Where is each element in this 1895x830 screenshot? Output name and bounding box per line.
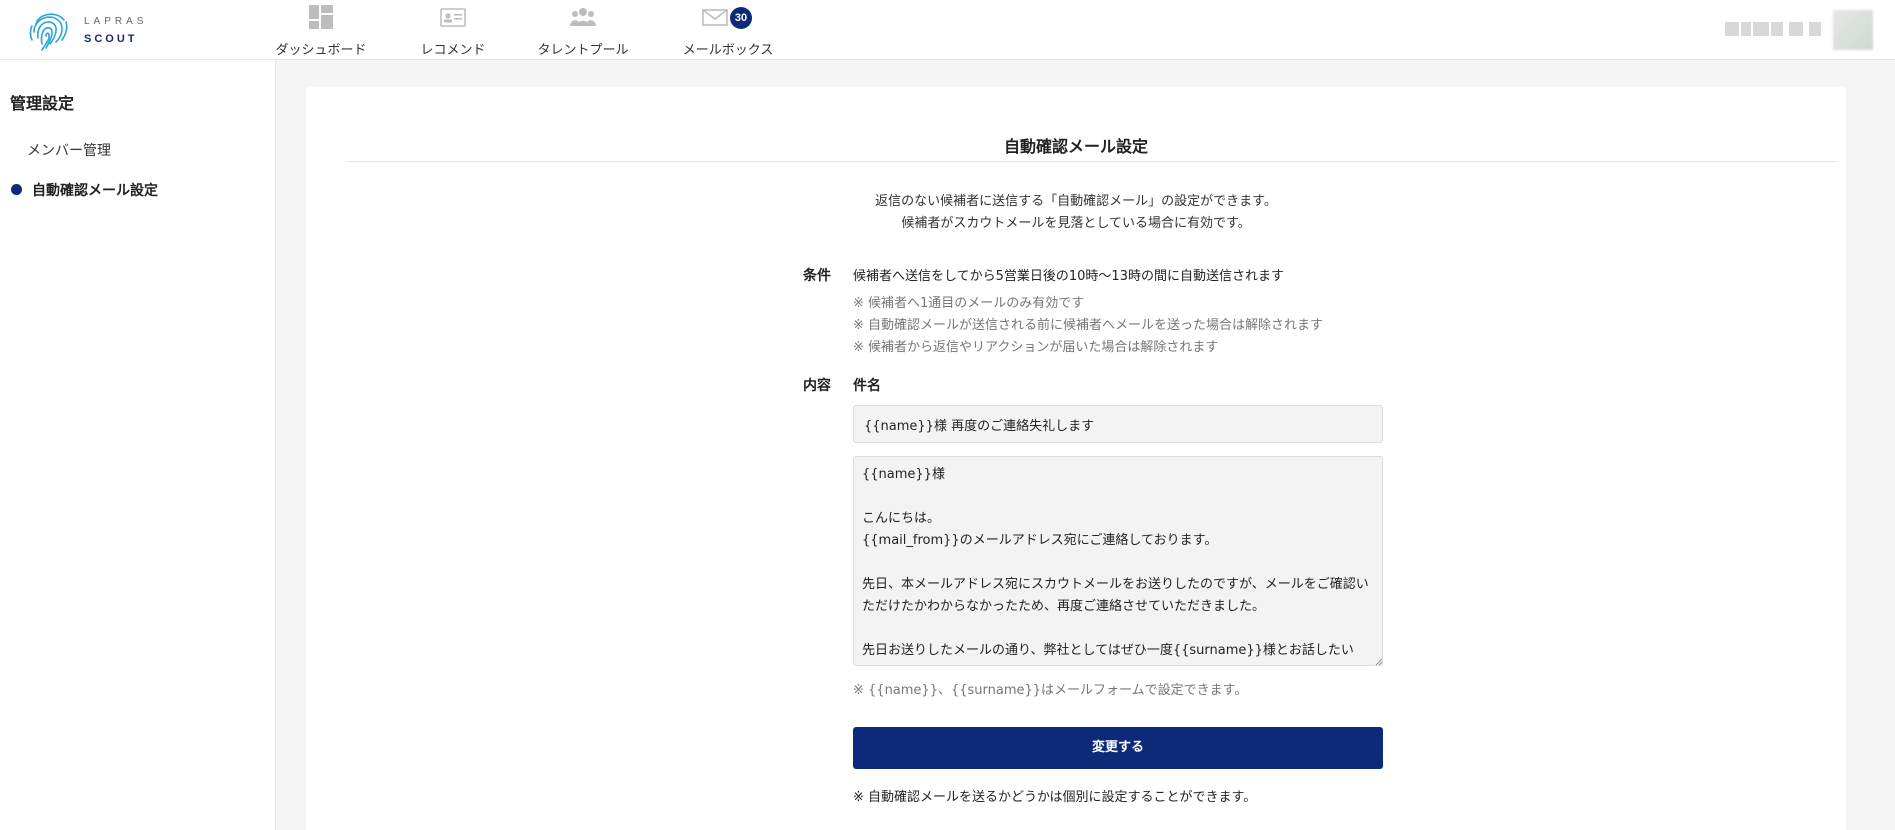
intro-text: 返信のない候補者に送信する「自動確認メール」の設定ができます。 候補者がスカウト… bbox=[306, 191, 1846, 235]
unread-count-badge: 30 bbox=[730, 7, 752, 29]
active-indicator-dot bbox=[11, 184, 22, 195]
nav-label: タレントプール bbox=[537, 43, 629, 58]
nav-label: レコメンド bbox=[420, 43, 486, 58]
lapras-scout-logo[interactable]: LAPRAS SCOUT bbox=[26, 6, 156, 54]
page-title: 自動確認メール設定 bbox=[1003, 137, 1148, 156]
nav-label: ダッシュボード bbox=[275, 43, 367, 58]
condition-text: 候補者へ送信をしてから5営業日後の10時〜13時の間に自動送信されます bbox=[853, 269, 1284, 284]
nav-dashboard[interactable]: ダッシュボード bbox=[274, 4, 368, 58]
intro-line-2: 候補者がスカウトメールを見落としている場合に有効です。 bbox=[901, 216, 1251, 231]
logo-text-lapras: LAPRAS bbox=[84, 16, 148, 27]
nav-recommend[interactable]: レコメンド bbox=[414, 4, 492, 58]
sidebar-title: 管理設定 bbox=[10, 94, 75, 113]
condition-label: 条件 bbox=[803, 268, 831, 284]
dashboard-icon bbox=[274, 4, 368, 32]
resize-handle-icon[interactable] bbox=[1375, 658, 1383, 666]
mail-icon: 30 bbox=[698, 4, 758, 32]
content-label: 内容 bbox=[803, 378, 831, 394]
sidebar: 管理設定 メンバー管理 自動確認メール設定 bbox=[0, 60, 276, 830]
people-icon bbox=[536, 4, 630, 32]
condition-note: ※ 自動確認メールが送信される前に候補者へメールを送った場合は解除されます bbox=[853, 318, 1324, 333]
sidebar-item-auto-confirm-mail[interactable]: 自動確認メール設定 bbox=[32, 180, 158, 200]
condition-note: ※ 候補者から返信やリアクションが届いた場合は解除されます bbox=[853, 340, 1219, 355]
nav-talent-pool[interactable]: タレントプール bbox=[536, 4, 630, 58]
footnote: ※ 自動確認メールを送るかどうかは個別に設定することができます。 bbox=[853, 790, 1257, 805]
placeholder-hint: ※ {{name}}、{{surname}}はメールフォームで設定できます。 bbox=[853, 683, 1248, 698]
nav-mailbox[interactable]: 30 メールボックス bbox=[682, 4, 774, 58]
settings-card: 自動確認メール設定 返信のない候補者に送信する「自動確認メール」の設定ができます… bbox=[306, 87, 1846, 830]
condition-notes: ※ 候補者へ1通目のメールのみ有効です ※ 自動確認メールが送信される前に候補者… bbox=[853, 293, 1323, 359]
top-header: LAPRAS SCOUT ダッシュボード レコメンド タレントプール 30 メー… bbox=[0, 0, 1895, 60]
logo-text-scout: SCOUT bbox=[84, 33, 138, 45]
intro-line-1: 返信のない候補者に送信する「自動確認メール」の設定ができます。 bbox=[875, 194, 1277, 209]
submit-change-button[interactable]: 変更する bbox=[853, 727, 1383, 769]
nav-label: メールボックス bbox=[682, 43, 774, 58]
divider bbox=[346, 161, 1838, 162]
condition-note: ※ 候補者へ1通目のメールのみ有効です bbox=[853, 296, 1085, 311]
subject-label: 件名 bbox=[853, 378, 881, 394]
fingerprint-icon bbox=[29, 13, 68, 51]
subject-input[interactable]: {{name}}様 再度のご連絡失礼します bbox=[853, 405, 1383, 443]
sidebar-item-member-management[interactable]: メンバー管理 bbox=[27, 140, 111, 160]
body-textarea[interactable]: {{name}}様 こんにちは。 {{mail_from}}のメールアドレス宛に… bbox=[853, 456, 1383, 666]
id-card-icon bbox=[414, 4, 492, 32]
avatar[interactable] bbox=[1833, 10, 1873, 50]
